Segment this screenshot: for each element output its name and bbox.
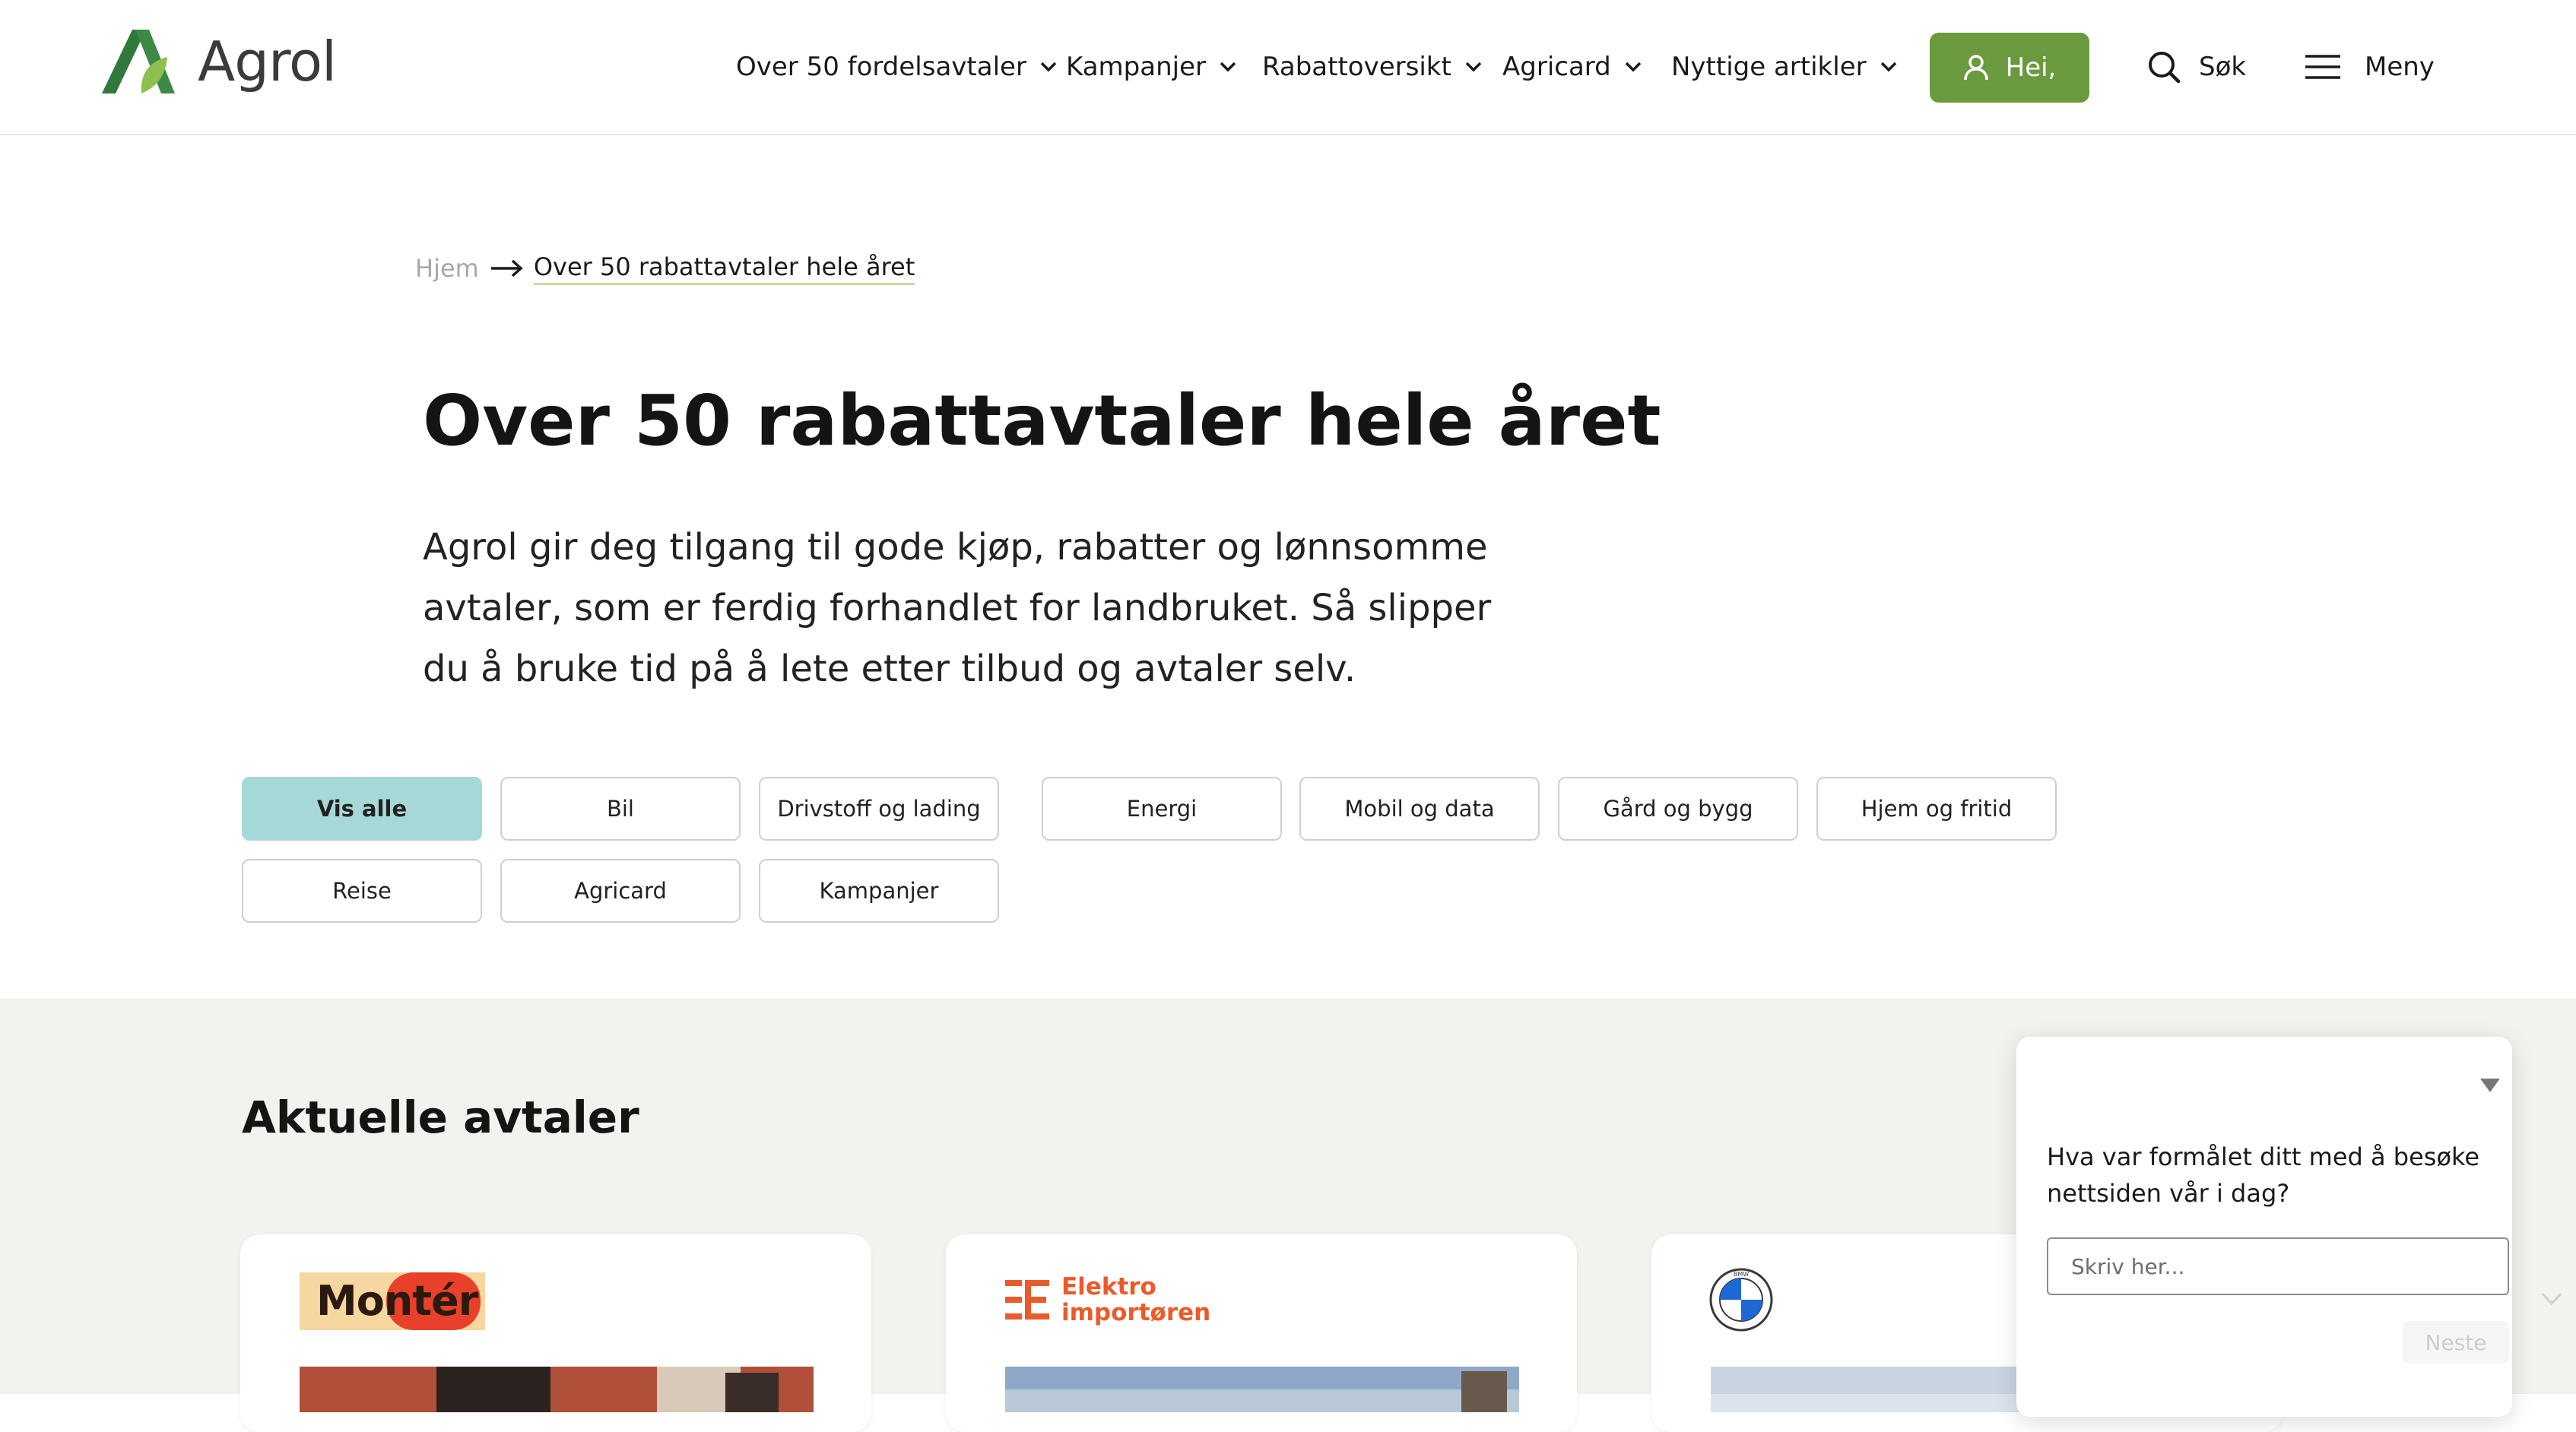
logo-wordmark: Agrol [198, 30, 337, 93]
filter-chip-hjem-fritid[interactable]: Hjem og fritid [1816, 777, 2057, 841]
arrow-right-icon [490, 259, 523, 277]
survey-next-button[interactable]: Neste [2403, 1321, 2509, 1364]
elektroimportoren-logo-text: Elektro importøren [1061, 1274, 1210, 1326]
elektroimportoren-logo-icon [1005, 1280, 1049, 1320]
chevron-down-icon[interactable] [2541, 1292, 2562, 1306]
search-button[interactable]: Søk [2147, 44, 2246, 90]
nav-item-agricard[interactable]: Agricard [1502, 44, 1642, 90]
deal-card-monter[interactable]: Montér [240, 1234, 871, 1432]
deals-title: Aktuelle avtaler [242, 1091, 639, 1143]
filter-chip-agricard[interactable]: Agricard [500, 859, 741, 923]
agrol-logo[interactable]: Agrol [102, 27, 337, 96]
nav-item-label: Rabattoversikt [1262, 52, 1451, 82]
survey-popup: Hva var formålet ditt med å besøke netts… [2016, 1037, 2512, 1417]
filter-chip-mobil-data[interactable]: Mobil og data [1299, 777, 1540, 841]
page-title: Over 50 rabattavtaler hele året [423, 380, 1661, 461]
logo-text-line-1: Elektro [1061, 1273, 1156, 1301]
search-icon [2149, 52, 2181, 84]
deal-card-image [1005, 1367, 1519, 1412]
login-button[interactable]: Hei, [1930, 33, 2089, 103]
monter-logo: Montér [300, 1272, 485, 1330]
breadcrumb: Hjem Over 50 rabattavtaler hele året [415, 249, 915, 287]
bmw-logo-icon: BMW [1709, 1268, 1773, 1332]
elektroimportoren-logo: Elektro importøren [1005, 1274, 1210, 1326]
filter-chip-drivstoff[interactable]: Drivstoff og lading [759, 777, 999, 841]
collapse-triangle-icon[interactable] [2480, 1079, 2500, 1092]
chevron-down-icon [1040, 62, 1057, 72]
chevron-down-icon [1880, 62, 1896, 72]
nav-item-kampanjer[interactable]: Kampanjer [1066, 44, 1236, 90]
breadcrumb-home-link[interactable]: Hjem [415, 254, 479, 283]
nav-item-label: Over 50 fordelsavtaler [736, 52, 1026, 82]
page-intro: Agrol gir deg tilgang til gode kjøp, rab… [423, 526, 1492, 690]
filter-chip-energi[interactable]: Energi [1042, 777, 1282, 841]
survey-question: Hva var formålet ditt med å besøke netts… [2047, 1142, 2480, 1208]
chevron-down-icon [1625, 62, 1642, 72]
menu-button[interactable]: Meny [2304, 44, 2435, 90]
filter-chip-kampanjer[interactable]: Kampanjer [759, 859, 999, 923]
menu-label: Meny [2365, 52, 2435, 82]
survey-answer-input[interactable] [2047, 1237, 2509, 1295]
logo-text-line-2: importøren [1061, 1299, 1211, 1326]
hamburger-menu-icon [2305, 55, 2340, 79]
breadcrumb-current: Over 50 rabattavtaler hele året [533, 252, 915, 285]
chevron-down-icon [1465, 62, 1482, 72]
filter-chip-vis-alle[interactable]: Vis alle [242, 777, 482, 841]
search-label: Søk [2199, 52, 2247, 82]
bmw-logo-text: BMW [1734, 1271, 1749, 1278]
nav-item-rabattoversikt[interactable]: Rabattoversikt [1262, 44, 1482, 90]
filter-chip-gard-bygg[interactable]: Gård og bygg [1558, 777, 1798, 841]
nav-item-label: Nyttige artikler [1671, 52, 1867, 82]
nav-item-label: Agricard [1502, 52, 1611, 82]
site-header: Agrol Over 50 fordelsavtaler Kampanjer R… [0, 0, 2576, 135]
nav-item-label: Kampanjer [1066, 52, 1206, 82]
filter-chip-bil[interactable]: Bil [500, 777, 741, 841]
chevron-down-icon [1220, 62, 1236, 72]
filter-chip-reise[interactable]: Reise [242, 859, 482, 923]
deal-card-elektroimportoren[interactable]: Elektro importøren [946, 1234, 1577, 1432]
agrol-logo-icon [102, 30, 175, 93]
login-button-label: Hei, [2005, 52, 2057, 83]
monter-logo-text: Montér [316, 1277, 478, 1325]
nav-item-nyttige-artikler[interactable]: Nyttige artikler [1671, 44, 1897, 90]
user-icon [1963, 55, 1988, 81]
deal-card-image [300, 1367, 814, 1412]
nav-item-fordelsavtaler[interactable]: Over 50 fordelsavtaler [736, 44, 1057, 90]
